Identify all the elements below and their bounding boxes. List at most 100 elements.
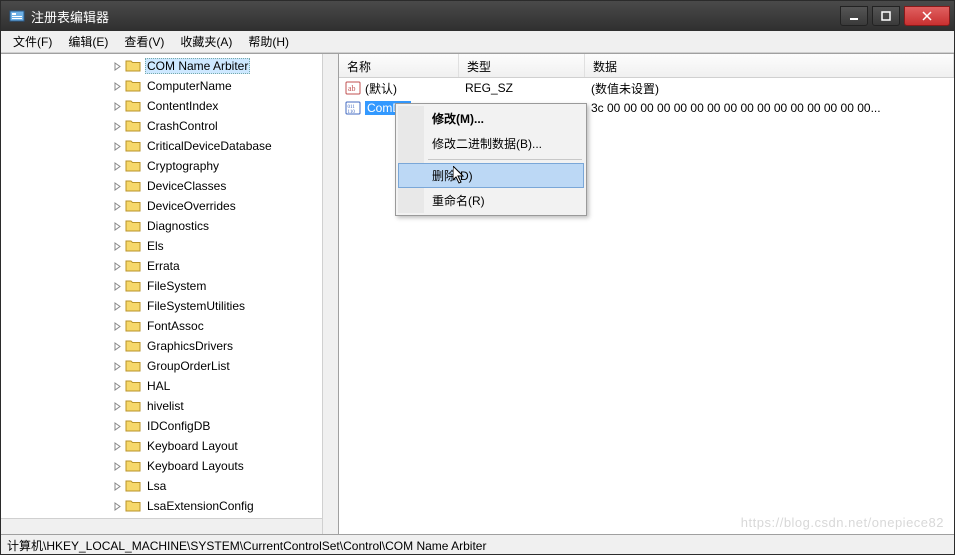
expand-icon[interactable]	[111, 400, 123, 412]
app-icon	[9, 8, 25, 24]
svg-text:ab: ab	[348, 84, 356, 93]
folder-icon	[125, 138, 141, 154]
expand-icon[interactable]	[111, 280, 123, 292]
menubar: 文件(F) 编辑(E) 查看(V) 收藏夹(A) 帮助(H)	[1, 31, 954, 53]
window-controls	[840, 6, 950, 26]
expand-icon[interactable]	[111, 200, 123, 212]
tree-item[interactable]: COM Name Arbiter	[1, 56, 322, 76]
expand-icon[interactable]	[111, 360, 123, 372]
tree-item-label: Lsa	[145, 479, 168, 493]
menu-file[interactable]: 文件(F)	[5, 31, 60, 52]
tree-item-label: Diagnostics	[145, 219, 211, 233]
tree-item[interactable]: FileSystem	[1, 276, 322, 296]
expand-icon[interactable]	[111, 160, 123, 172]
ctx-modify[interactable]: 修改(M)...	[398, 106, 584, 131]
expand-icon[interactable]	[111, 500, 123, 512]
tree-item[interactable]: hivelist	[1, 396, 322, 416]
expand-icon[interactable]	[111, 180, 123, 192]
tree-item[interactable]: GraphicsDrivers	[1, 336, 322, 356]
col-header-name[interactable]: 名称	[339, 54, 459, 77]
expand-icon[interactable]	[111, 380, 123, 392]
tree-item[interactable]: FontAssoc	[1, 316, 322, 336]
col-header-data[interactable]: 数据	[585, 54, 954, 77]
context-menu: 修改(M)... 修改二进制数据(B)... 删除(D) 重命名(R)	[395, 103, 587, 216]
tree-item-label: IDConfigDB	[145, 419, 212, 433]
menu-help[interactable]: 帮助(H)	[240, 31, 297, 52]
menu-edit[interactable]: 编辑(E)	[60, 31, 116, 52]
menu-favorites[interactable]: 收藏夹(A)	[172, 31, 240, 52]
tree-horizontal-scrollbar[interactable]	[1, 518, 322, 534]
minimize-button[interactable]	[840, 6, 868, 26]
expand-icon[interactable]	[111, 240, 123, 252]
maximize-button[interactable]	[872, 6, 900, 26]
ctx-separator	[428, 159, 582, 160]
tree-item[interactable]: DeviceClasses	[1, 176, 322, 196]
tree-item[interactable]: ContentIndex	[1, 96, 322, 116]
folder-icon	[125, 258, 141, 274]
expand-icon[interactable]	[111, 60, 123, 72]
registry-tree: COM Name ArbiterComputerNameContentIndex…	[1, 54, 322, 518]
tree-item[interactable]: Keyboard Layouts	[1, 456, 322, 476]
menu-view[interactable]: 查看(V)	[116, 31, 172, 52]
ctx-delete[interactable]: 删除(D)	[398, 163, 584, 188]
folder-icon	[125, 278, 141, 294]
ctx-modify-binary[interactable]: 修改二进制数据(B)...	[398, 131, 584, 156]
folder-icon	[125, 158, 141, 174]
folder-icon	[125, 358, 141, 374]
tree-item[interactable]: LsaExtensionConfig	[1, 496, 322, 516]
tree-item-label: Els	[145, 239, 166, 253]
expand-icon[interactable]	[111, 460, 123, 472]
folder-icon	[125, 178, 141, 194]
tree-item[interactable]: CriticalDeviceDatabase	[1, 136, 322, 156]
tree-item[interactable]: Lsa	[1, 476, 322, 496]
col-header-type[interactable]: 类型	[459, 54, 585, 77]
tree-item-label: Keyboard Layout	[145, 439, 240, 453]
tree-item[interactable]: HAL	[1, 376, 322, 396]
tree-vertical-scrollbar[interactable]	[322, 54, 338, 534]
value-name-cell: ab(默认)	[339, 80, 459, 97]
value-row[interactable]: ab(默认)REG_SZ(数值未设置)	[339, 78, 954, 98]
tree-item-label: Errata	[145, 259, 182, 273]
tree-item[interactable]: FileSystemUtilities	[1, 296, 322, 316]
tree-item-label: CrashControl	[145, 119, 220, 133]
expand-icon[interactable]	[111, 100, 123, 112]
tree-item[interactable]: ComputerName	[1, 76, 322, 96]
expand-icon[interactable]	[111, 80, 123, 92]
expand-icon[interactable]	[111, 300, 123, 312]
folder-icon	[125, 398, 141, 414]
tree-item[interactable]: Keyboard Layout	[1, 436, 322, 456]
tree-item[interactable]: Cryptography	[1, 156, 322, 176]
ctx-delete-label: 删除(D)	[432, 169, 473, 183]
tree-item[interactable]: DeviceOverrides	[1, 196, 322, 216]
tree-item[interactable]: IDConfigDB	[1, 416, 322, 436]
expand-icon[interactable]	[111, 340, 123, 352]
tree-pane[interactable]: COM Name ArbiterComputerNameContentIndex…	[1, 54, 339, 534]
expand-icon[interactable]	[111, 260, 123, 272]
folder-icon	[125, 338, 141, 354]
folder-icon	[125, 498, 141, 514]
expand-icon[interactable]	[111, 320, 123, 332]
folder-icon	[125, 198, 141, 214]
tree-item[interactable]: Diagnostics	[1, 216, 322, 236]
folder-icon	[125, 478, 141, 494]
tree-item-label: Keyboard Layouts	[145, 459, 246, 473]
tree-item-label: hivelist	[145, 399, 186, 413]
close-button[interactable]	[904, 6, 950, 26]
expand-icon[interactable]	[111, 220, 123, 232]
value-type-icon: 011110	[345, 100, 361, 116]
main-area: COM Name ArbiterComputerNameContentIndex…	[1, 53, 954, 534]
expand-icon[interactable]	[111, 440, 123, 452]
expand-icon[interactable]	[111, 480, 123, 492]
folder-icon	[125, 58, 141, 74]
tree-item-label: FontAssoc	[145, 319, 206, 333]
ctx-rename[interactable]: 重命名(R)	[398, 188, 584, 213]
tree-item[interactable]: CrashControl	[1, 116, 322, 136]
expand-icon[interactable]	[111, 140, 123, 152]
expand-icon[interactable]	[111, 120, 123, 132]
tree-item[interactable]: Errata	[1, 256, 322, 276]
tree-item-label: FileSystem	[145, 279, 208, 293]
tree-item-label: HAL	[145, 379, 172, 393]
tree-item[interactable]: Els	[1, 236, 322, 256]
expand-icon[interactable]	[111, 420, 123, 432]
tree-item[interactable]: GroupOrderList	[1, 356, 322, 376]
